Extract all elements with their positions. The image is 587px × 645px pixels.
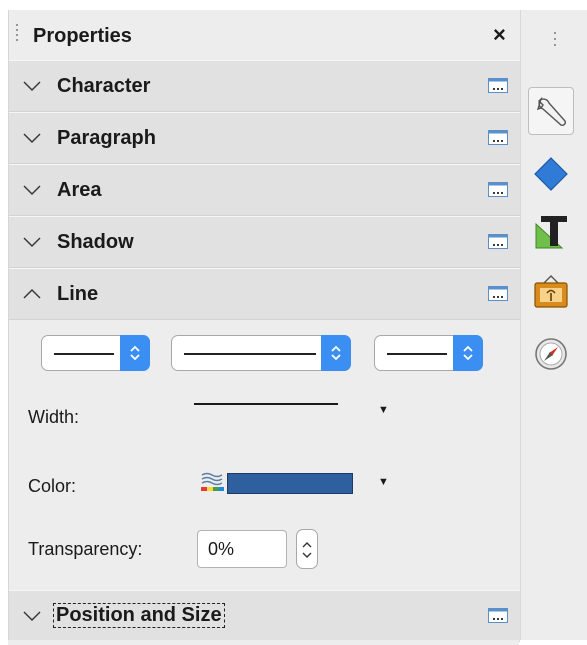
section-label: Area: [57, 179, 102, 201]
tab-styles[interactable]: [528, 207, 574, 255]
section-label: Position and Size: [53, 603, 225, 628]
close-button[interactable]: ×: [493, 24, 506, 46]
gallery-picture-icon: [534, 275, 568, 308]
transparency-label: Transparency:: [28, 539, 143, 559]
more-options-icon[interactable]: [488, 130, 508, 145]
line-style-select[interactable]: [171, 335, 351, 371]
line-color-swatch[interactable]: [227, 473, 353, 494]
line-preview: [54, 353, 114, 355]
section-shadow[interactable]: Shadow: [9, 216, 520, 268]
select-stepper: [120, 335, 150, 371]
text-styles-icon: [535, 216, 567, 249]
tab-navigator[interactable]: [528, 330, 574, 378]
chevron-down-icon: [23, 133, 41, 143]
drag-grip-icon[interactable]: [15, 24, 19, 46]
select-stepper: [321, 335, 351, 371]
tabbar-menu-icon[interactable]: [554, 32, 556, 50]
more-options-icon[interactable]: [488, 286, 508, 301]
chevron-down-icon: [23, 611, 41, 621]
section-label: Line: [57, 283, 99, 305]
section-label: Paragraph: [57, 127, 156, 149]
sidebar-tab-bar: [520, 10, 587, 640]
more-options-icon[interactable]: [488, 234, 508, 249]
select-stepper: [453, 335, 483, 371]
line-preview: [184, 353, 316, 355]
section-label: Shadow: [57, 231, 134, 253]
tab-gallery[interactable]: [528, 268, 574, 316]
chevron-up-icon: [23, 289, 41, 299]
tab-properties[interactable]: [528, 87, 574, 135]
section-position-and-size[interactable]: Position and Size: [9, 590, 520, 642]
more-options-icon[interactable]: [488, 182, 508, 197]
diamond-shape-icon: [534, 157, 568, 191]
panel-titlebar: Properties ×: [9, 10, 520, 60]
wrench-icon: [536, 96, 566, 126]
up-down-chevron-icon: [331, 345, 341, 361]
line-width-preview[interactable]: [194, 403, 338, 405]
more-options-icon[interactable]: [488, 608, 508, 623]
chevron-down-icon: [23, 185, 41, 195]
color-label: Color:: [28, 476, 77, 496]
width-dropdown-arrow-icon[interactable]: ▼: [378, 404, 389, 416]
arrow-end-style-select[interactable]: [374, 335, 483, 371]
panel-bottom-edge: [8, 640, 519, 645]
up-down-chevron-icon: [463, 345, 473, 361]
transparency-input[interactable]: 0%: [197, 530, 287, 568]
panel-title: Properties: [33, 25, 132, 47]
navigator-compass-icon: [535, 338, 567, 370]
line-color-icon[interactable]: [200, 470, 226, 496]
chevron-down-icon: [23, 237, 41, 247]
more-options-icon[interactable]: [488, 78, 508, 93]
up-down-chevron-icon: [302, 542, 312, 558]
line-preview: [387, 353, 447, 355]
section-line[interactable]: Line: [9, 268, 520, 320]
chevron-down-icon: [23, 81, 41, 91]
color-dropdown-arrow-icon[interactable]: ▼: [378, 476, 389, 488]
section-paragraph[interactable]: Paragraph: [9, 112, 520, 164]
up-down-chevron-icon: [130, 345, 140, 361]
arrow-start-style-select[interactable]: [41, 335, 150, 371]
section-character[interactable]: Character: [9, 60, 520, 112]
transparency-spinner[interactable]: [296, 529, 318, 569]
width-label: Width:: [28, 407, 80, 427]
section-area[interactable]: Area: [9, 164, 520, 216]
section-label: Character: [57, 75, 151, 97]
tab-shapes[interactable]: [528, 150, 574, 198]
